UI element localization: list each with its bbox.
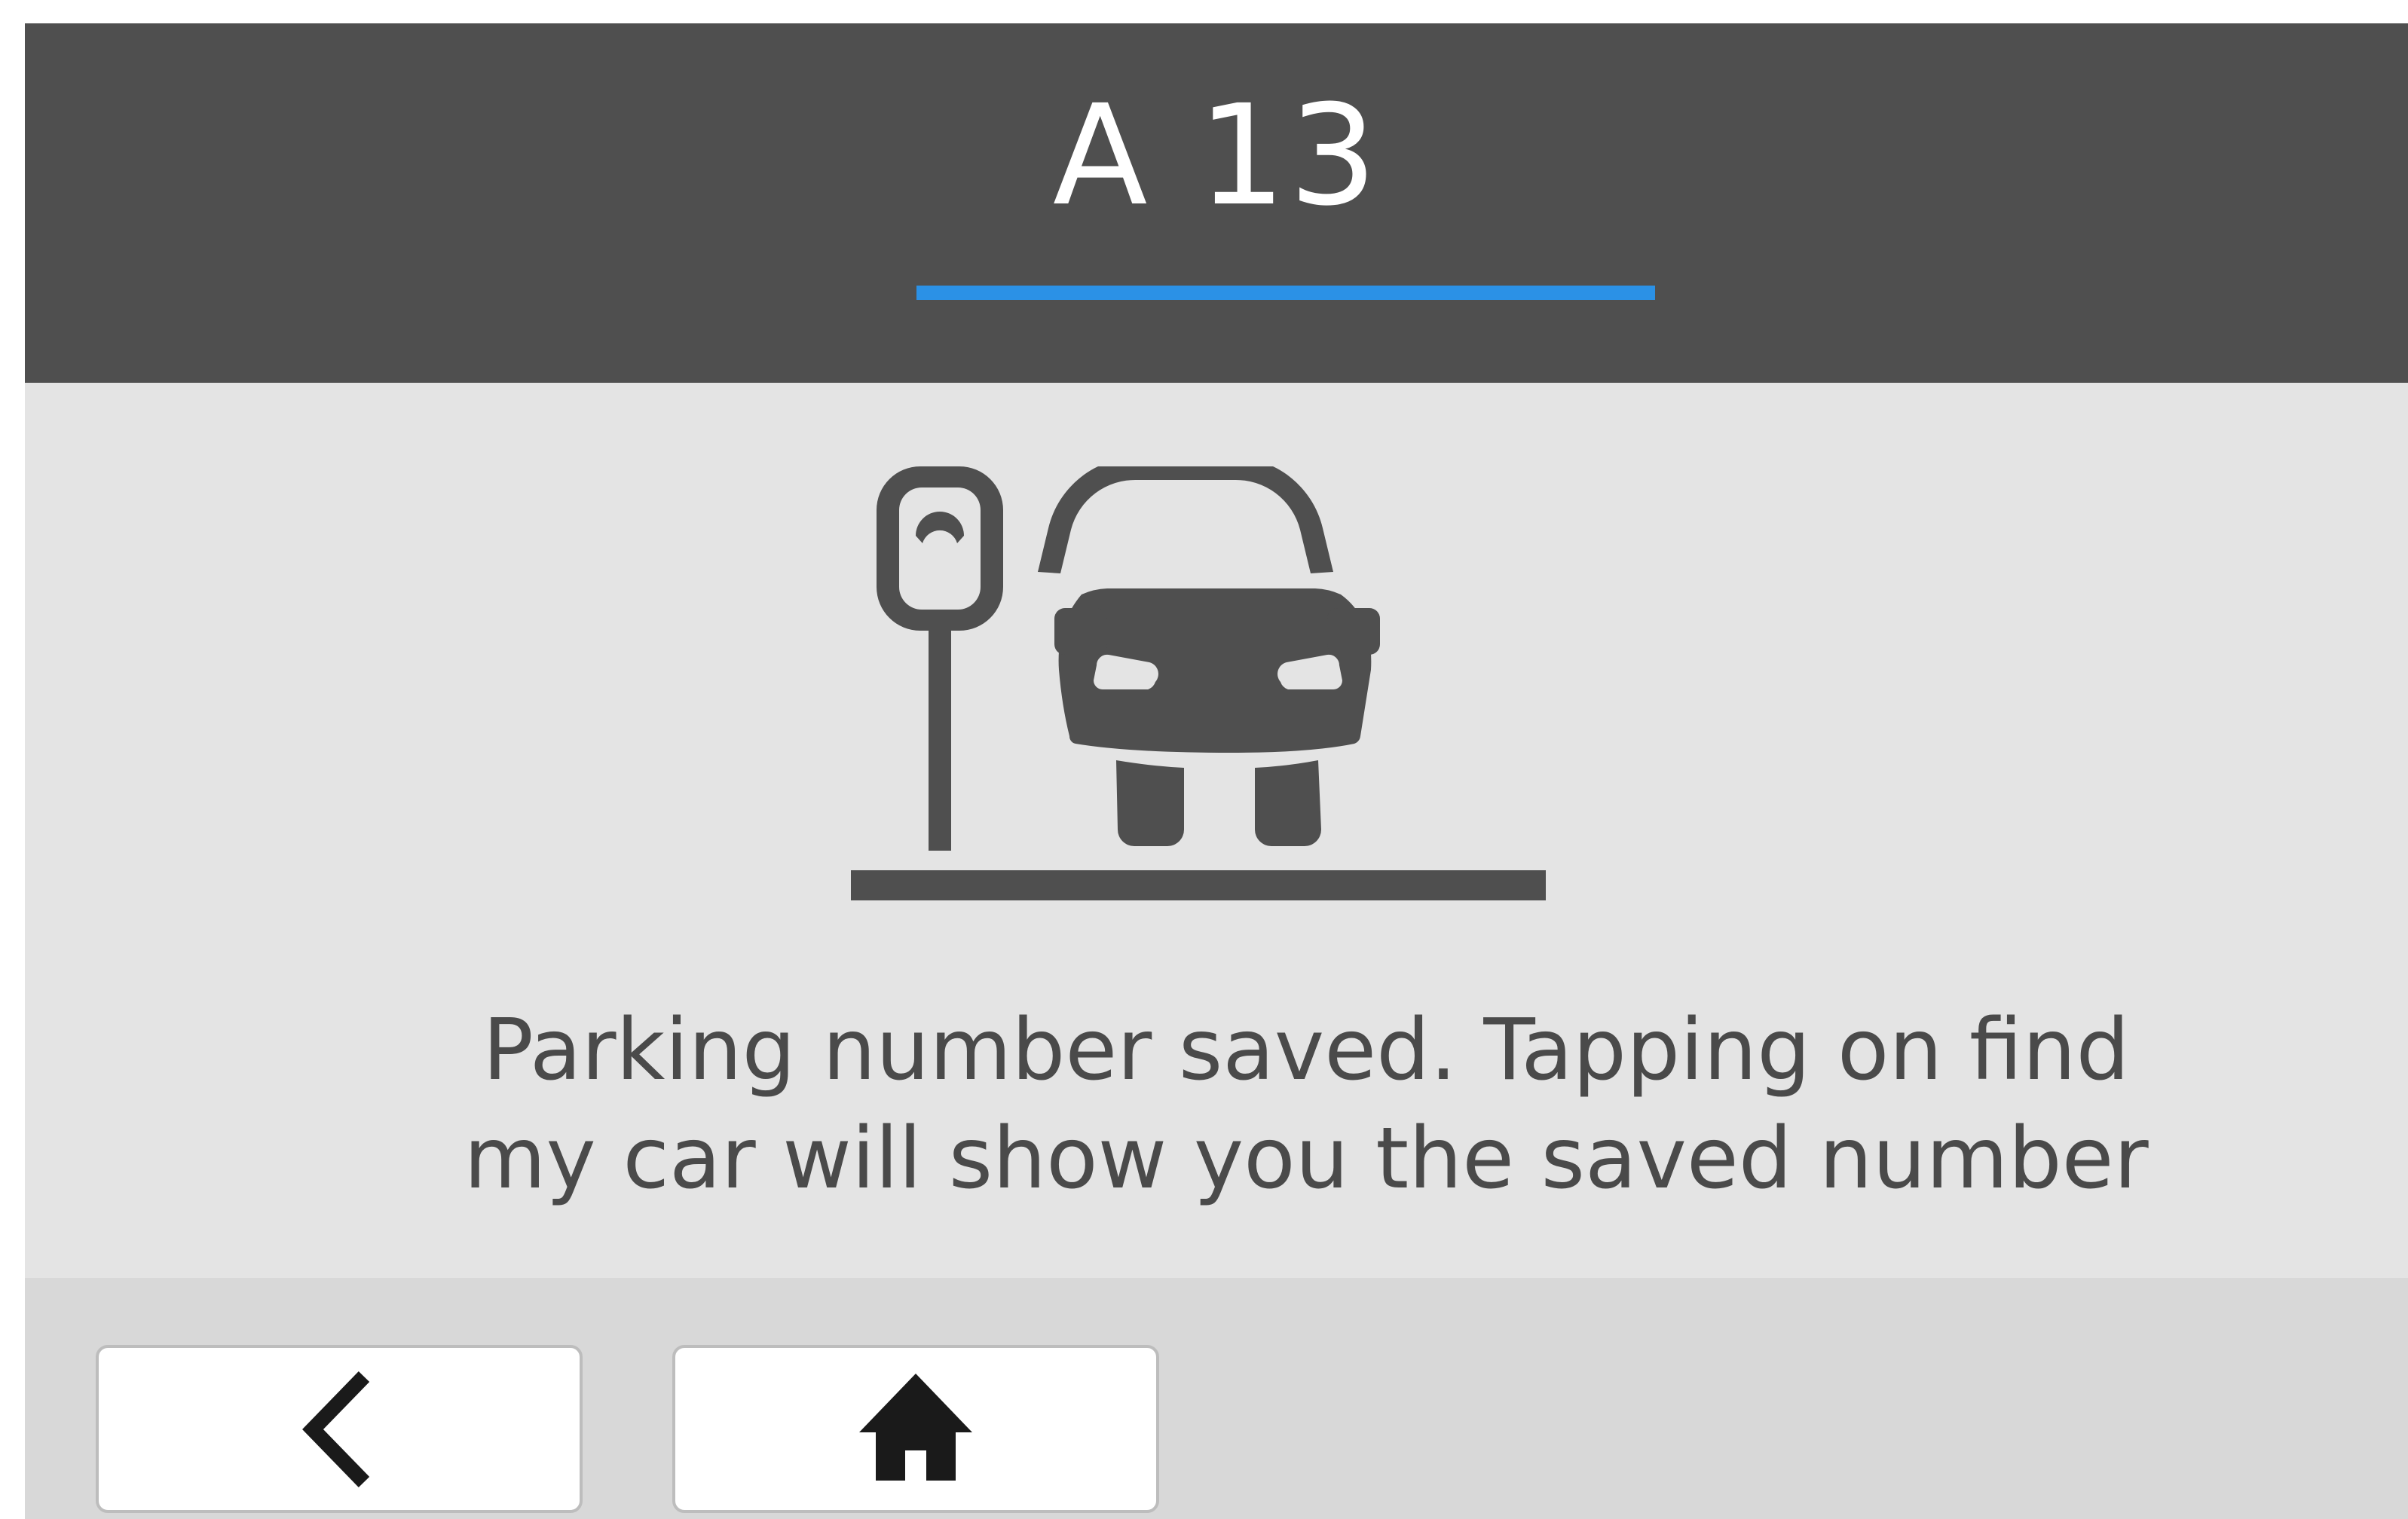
home-icon <box>859 1373 972 1481</box>
title-underline <box>916 286 1655 300</box>
status-message: Parking number saved. Tapping on find my… <box>326 996 2286 1213</box>
parking-number-title: A 13 <box>1052 75 1381 237</box>
status-message-line-2: my car will show you the saved number <box>464 1110 2149 1208</box>
header: A 13 <box>25 23 2408 383</box>
status-message-line-1: Parking number saved. Tapping on find <box>482 1001 2130 1099</box>
footer-nav <box>25 1278 2408 1519</box>
chevron-left-icon <box>302 1371 370 1487</box>
parking-saved-screen: A 13 Parking number saved. Tapping on fi… <box>25 23 2408 1519</box>
back-button[interactable] <box>96 1345 583 1513</box>
home-button[interactable] <box>672 1345 1159 1513</box>
parking-meter-car-icon <box>851 457 1582 949</box>
